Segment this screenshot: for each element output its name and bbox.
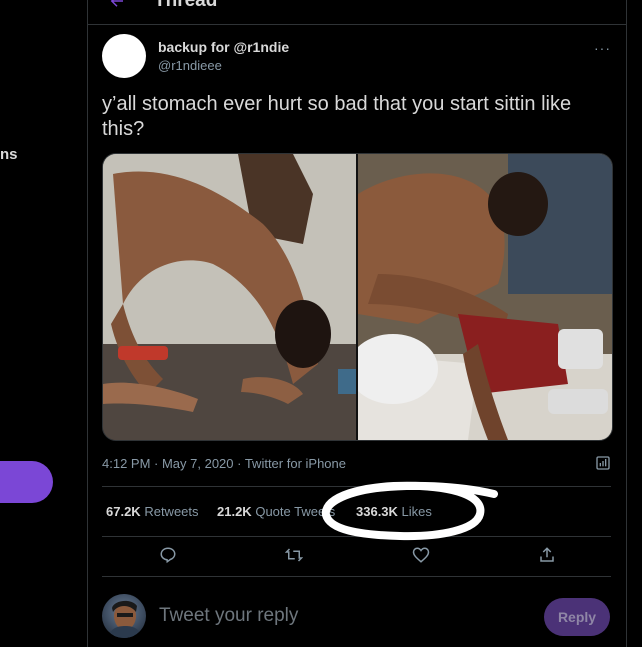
tweet-photo-1[interactable] [103, 154, 356, 440]
retweets-label: Retweets [144, 504, 199, 519]
back-arrow-icon[interactable] [108, 0, 126, 10]
twitter-thread-screen: ns Thread backup for @r1ndie @r1ndieee ·… [0, 0, 642, 647]
likes-count: 336.3K [356, 504, 398, 519]
reply-input[interactable]: Tweet your reply [159, 605, 298, 627]
tweet-text: y’all stomach ever hurt so bad that you … [102, 93, 572, 140]
retweets-stat[interactable]: 67.2K Retweets [106, 504, 199, 519]
retweets-count: 67.2K [106, 504, 141, 519]
quote-tweets-count: 21.2K [217, 504, 252, 519]
author-handle[interactable]: @r1ndieee [158, 58, 222, 73]
divider [102, 536, 611, 537]
quote-tweets-stat[interactable]: 21.2K Quote Tweets [217, 504, 335, 519]
divider [102, 486, 611, 487]
share-icon[interactable] [538, 546, 556, 564]
divider [102, 576, 611, 577]
likes-label: Likes [401, 504, 432, 519]
tweet-actions [102, 540, 611, 570]
like-icon[interactable] [412, 546, 430, 564]
tweet-media[interactable] [102, 153, 613, 441]
main-column: Thread backup for @r1ndie @r1ndieee ··· … [87, 0, 627, 647]
author-avatar[interactable] [102, 34, 146, 78]
quote-tweets-label: Quote Tweets [255, 504, 336, 519]
sidebar-nav-label[interactable]: ns [0, 146, 18, 163]
retweet-icon[interactable] [285, 546, 303, 564]
reply-icon[interactable] [159, 546, 177, 564]
author-display-name[interactable]: backup for @r1ndie [158, 39, 289, 55]
user-avatar[interactable] [102, 594, 146, 638]
photo-2-illustration [358, 154, 612, 440]
thread-header: Thread [88, 0, 626, 25]
tweet-compose-button[interactable] [0, 461, 53, 503]
more-options-icon[interactable]: ··· [594, 40, 611, 56]
analytics-icon[interactable] [595, 455, 611, 471]
tweet-photo-2[interactable] [358, 154, 612, 440]
reply-button[interactable]: Reply [544, 598, 610, 636]
photo-1-illustration [103, 154, 356, 440]
user-avatar-image [108, 600, 142, 638]
page-title: Thread [154, 0, 218, 11]
tweet-timestamp[interactable]: 4:12 PM · May 7, 2020 · Twitter for iPho… [102, 456, 346, 471]
likes-stat[interactable]: 336.3K Likes [356, 504, 432, 519]
